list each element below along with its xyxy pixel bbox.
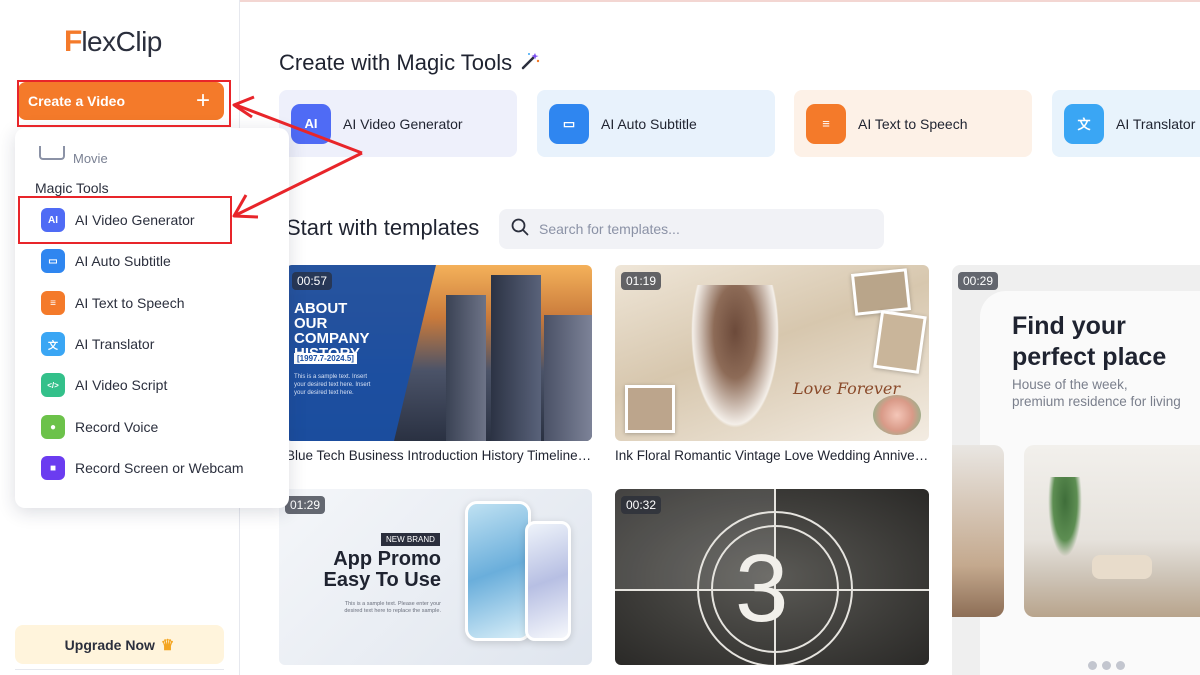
thumbnail-photo [625, 385, 675, 433]
crown-icon: ♛ [160, 636, 175, 654]
highlight-box-create-video [17, 80, 231, 127]
upgrade-label: Upgrade Now [64, 636, 155, 653]
thumbnail-title: ABOUT OUR COMPANY HISTORY [294, 300, 370, 361]
thumbnail-body: This is a sample text. Please enter your… [344, 601, 441, 614]
template-card-business-history[interactable]: ABOUT OUR COMPANY HISTORY [1997.7-2024.5… [286, 265, 592, 441]
dropdown-item-label: Record Screen or Webcam [75, 460, 244, 476]
logo-text: lexClip [81, 26, 162, 57]
template-card-real-estate[interactable]: Find your perfect place House of the wee… [952, 265, 1200, 675]
template-card-countdown[interactable]: 3 00:32 [615, 489, 929, 665]
search-icon [511, 218, 539, 241]
logo-mark: F [64, 25, 82, 58]
subtitle-icon: ▭ [41, 249, 65, 273]
dropdown-item-ai-text-to-speech[interactable]: ≡ AI Text to Speech [41, 290, 184, 316]
thumbnail-phone [525, 521, 571, 641]
duration-badge: 01:19 [621, 272, 662, 290]
flexclip-logo[interactable]: F lexClip [64, 24, 162, 60]
dropdown-item-label: AI Translator [75, 336, 155, 352]
thumbnail-years: [1997.7-2024.5] [294, 353, 357, 364]
thumbnail-badge: NEW BRAND [381, 533, 440, 546]
dropdown-item-record-screen-webcam[interactable]: ■ Record Screen or Webcam [41, 455, 244, 481]
script-icon: </> [41, 373, 65, 397]
highlight-box-ai-video-generator [18, 196, 232, 244]
thumbnail-body: This is a sample text. Insert your desir… [294, 374, 371, 396]
dropdown-item-label: AI Text to Speech [75, 295, 185, 311]
thumbnail-room-photo [952, 445, 1004, 617]
template-search-input[interactable] [539, 221, 859, 237]
thumbnail-countdown-number: 3 [735, 535, 789, 642]
thumbnail-sofa [1092, 555, 1152, 579]
thumbnail-title: App Promo Easy To Use [323, 548, 441, 591]
thumbnail-building [491, 275, 541, 441]
tool-card-ai-text-to-speech[interactable]: ≡ AI Text to Speech [794, 90, 1032, 157]
microphone-icon: ● [41, 415, 65, 439]
dropdown-item-ai-auto-subtitle[interactable]: ▭ AI Auto Subtitle [41, 248, 171, 274]
dropdown-item-label: AI Auto Subtitle [75, 253, 171, 269]
thumbnail-title: Find your perfect place [1012, 312, 1167, 371]
dropdown-item-ai-video-script[interactable]: </> AI Video Script [41, 372, 167, 398]
speech-bubble-icon: ≡ [806, 103, 846, 144]
tool-card-label: AI Auto Subtitle [601, 115, 697, 132]
thumbnail-photo [850, 268, 912, 316]
sidebar-divider [15, 669, 224, 675]
duration-badge: 00:32 [621, 496, 662, 514]
magic-tools-heading: Create with Magic Tools [279, 50, 540, 76]
thumbnail-subtitle-line: premium residence for living [1012, 394, 1181, 409]
thumbnail-phone [465, 501, 531, 641]
dropdown-item-label: AI Video Script [75, 377, 168, 393]
thumbnail-title: Love Forever [793, 379, 900, 398]
thumbnail-photo [873, 310, 927, 374]
annotation-arrows [232, 95, 363, 219]
duration-badge: 00:29 [958, 272, 999, 290]
tool-card-ai-auto-subtitle[interactable]: ▭ AI Auto Subtitle [537, 90, 775, 157]
magic-tools-section-label: Magic Tools [35, 180, 109, 196]
template-search-box[interactable] [499, 209, 884, 249]
dropdown-item-movie[interactable]: Movie [39, 136, 108, 170]
translate-icon: 文 [1064, 103, 1104, 144]
duration-badge: 01:29 [285, 496, 326, 514]
upgrade-now-button[interactable]: Upgrade Now ♛ [15, 625, 224, 664]
dropdown-item-record-voice[interactable]: ● Record Voice [41, 414, 158, 440]
movie-icon [39, 146, 65, 160]
speech-bubble-icon: ≡ [41, 291, 65, 315]
dropdown-item-ai-translator[interactable]: 文 AI Translator [41, 331, 154, 357]
template-caption[interactable]: Blue Tech Business Introduction History … [286, 448, 592, 463]
translate-icon: 文 [41, 332, 65, 356]
tool-card-ai-translator[interactable]: 文 AI Translator [1052, 90, 1200, 157]
template-card-wedding-anniversary[interactable]: Love Forever 01:19 [615, 265, 929, 441]
thumbnail-flowers [873, 395, 921, 435]
thumbnail-subtitle: House of the week, premium residence for… [1012, 376, 1181, 410]
thumbnail-building [544, 315, 592, 441]
thumbnail-building [446, 295, 486, 441]
template-card-app-promo[interactable]: NEW BRAND App Promo Easy To Use This is … [279, 489, 592, 665]
subtitle-icon: ▭ [549, 103, 589, 144]
thumbnail-couple [685, 285, 785, 441]
more-dots-icon[interactable] [1088, 661, 1125, 670]
tool-card-label: AI Text to Speech [858, 115, 968, 132]
tool-card-label: AI Translator [1116, 115, 1196, 132]
thumbnail-plant [1048, 477, 1082, 557]
movie-label: Movie [73, 151, 108, 166]
dropdown-item-label: Record Voice [75, 419, 159, 435]
camera-icon: ■ [41, 456, 65, 480]
template-caption[interactable]: Ink Floral Romantic Vintage Love Wedding… [615, 448, 929, 463]
duration-badge: 00:57 [292, 272, 333, 290]
magic-wand-icon [520, 51, 540, 76]
thumbnail-subtitle-line: House of the week, [1012, 377, 1128, 392]
magic-tools-title: Create with Magic Tools [279, 50, 513, 75]
